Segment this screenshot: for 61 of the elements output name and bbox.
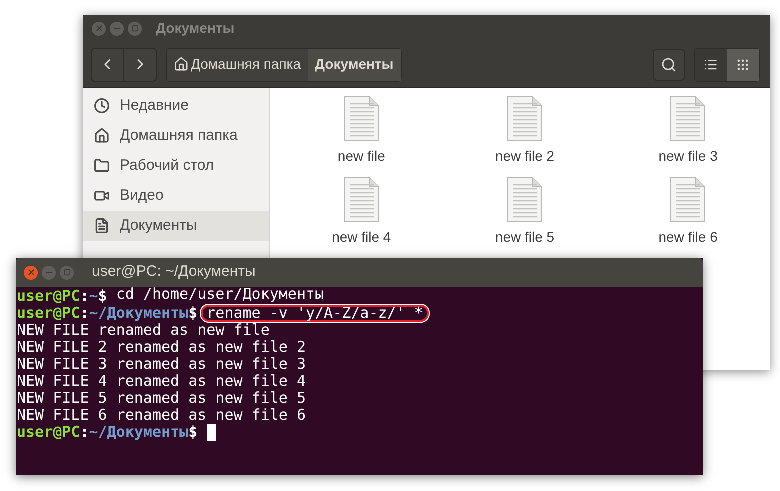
- minimize-button[interactable]: [110, 22, 124, 36]
- maximize-icon: [132, 25, 138, 32]
- prompt-text: user@PC:~/Документы$: [17, 424, 198, 441]
- document-icon: [344, 177, 380, 223]
- sidebar-item[interactable]: Домашняя папка: [83, 121, 269, 151]
- file-name: new file 4: [332, 228, 392, 247]
- close-icon: [26, 268, 36, 277]
- forward-button[interactable]: [124, 48, 156, 80]
- document-icon: [506, 177, 543, 223]
- document-icon: [670, 96, 706, 142]
- output-line: NEW FILE 4 renamed as new file 4: [16, 373, 307, 390]
- home-icon: [94, 128, 110, 144]
- home-icon: [174, 57, 189, 72]
- breadcrumb-button[interactable]: Документы: [308, 48, 401, 80]
- maximize-button[interactable]: [128, 22, 142, 36]
- clock-icon: [94, 98, 110, 114]
- prompt-text: user@PC:~/Документы$: [17, 305, 198, 322]
- sidebar-item[interactable]: Недавние: [83, 91, 269, 121]
- back-button[interactable]: [92, 48, 124, 80]
- window-title: user@PC: ~/Документы: [92, 262, 256, 282]
- file-name: new file 6: [658, 228, 718, 247]
- file-item[interactable]: new file 5: [443, 177, 607, 248]
- output-line: NEW FILE 2 renamed as new file 2: [16, 339, 307, 356]
- list-icon: [704, 58, 718, 72]
- command-text: rename -v 'y/A-Z/a-z/' *: [200, 305, 430, 322]
- file-item[interactable]: new file 3: [606, 96, 770, 167]
- close-icon: [94, 24, 104, 33]
- minimize-button[interactable]: [42, 266, 56, 280]
- grid-icon: [736, 58, 750, 72]
- output-line: NEW FILE 5 renamed as new file 5: [16, 390, 307, 407]
- search-button[interactable]: [653, 48, 685, 80]
- file-item[interactable]: new file 2: [443, 96, 607, 167]
- command-text: cd /home/user/Документы: [116, 288, 324, 305]
- sidebar-item[interactable]: Видео: [83, 181, 269, 211]
- maximize-button[interactable]: [60, 266, 74, 280]
- output-line: NEW FILE renamed as new file: [16, 322, 271, 339]
- document-icon: [344, 96, 380, 142]
- file-name: new file: [338, 147, 386, 166]
- folder-icon: [94, 158, 110, 174]
- file-item[interactable]: new file 6: [606, 177, 770, 248]
- file-name: new file 3: [658, 147, 718, 166]
- file-item[interactable]: new file: [280, 96, 444, 167]
- document-icon: [94, 218, 110, 234]
- output-line: NEW FILE 3 renamed as new file 3: [16, 356, 307, 373]
- search-icon: [661, 56, 677, 72]
- maximize-icon: [64, 269, 70, 276]
- grid-view-button[interactable]: [727, 48, 759, 80]
- document-icon: [670, 177, 706, 223]
- close-button[interactable]: [24, 266, 38, 280]
- prompt-text: user@PC:~$: [17, 288, 108, 305]
- file-name: new file 2: [495, 147, 555, 166]
- file-item[interactable]: new file 4: [280, 177, 444, 248]
- window-title: Документы: [156, 19, 235, 38]
- breadcrumb-button[interactable]: Домашняя папка: [167, 48, 308, 80]
- output-line: NEW FILE 6 renamed as new file 6: [16, 407, 307, 424]
- video-icon: [94, 188, 110, 204]
- document-icon: [506, 96, 543, 142]
- file-name: new file 5: [495, 228, 555, 247]
- sidebar-item[interactable]: Документы: [83, 211, 269, 241]
- close-button[interactable]: [92, 22, 106, 36]
- sidebar-item[interactable]: Рабочий стол: [83, 151, 269, 181]
